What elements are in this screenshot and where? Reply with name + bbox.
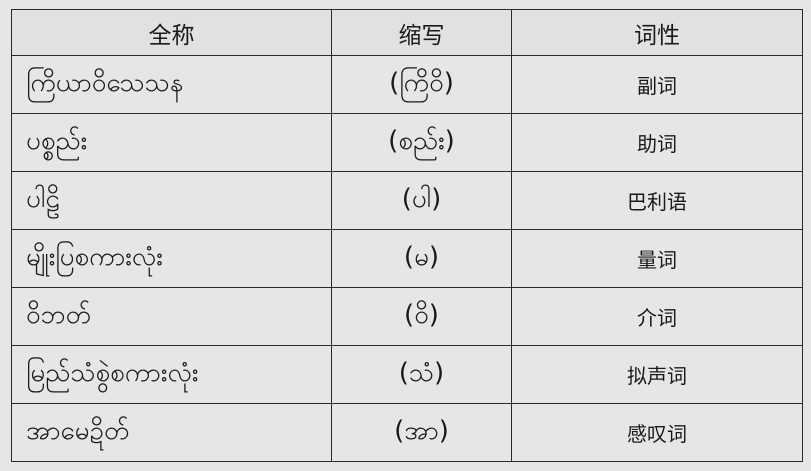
cell-abbreviation: (သံ): [331, 345, 512, 404]
table-row: မြည်သံစွဲစကားလုံး (သံ) 拟声词: [11, 345, 803, 404]
cell-part-of-speech: 拟声词: [511, 345, 803, 404]
cell-part-of-speech: 巴利语: [511, 171, 803, 230]
table-row: မျိုးပြစကားလုံး (မ) 量词: [11, 229, 803, 288]
cell-abbreviation: (ဝိ): [331, 287, 512, 346]
cell-full-name: ပါဠိ: [11, 171, 332, 230]
abbreviation-table-container: 全称 缩写 词性 ကြိယာဝိသေသန (ကြိဝိ) 副词 ပစ္စည်း …: [11, 9, 803, 462]
cell-abbreviation: (မ): [331, 229, 512, 288]
cell-part-of-speech: 介词: [511, 287, 803, 346]
header-abbreviation: 缩写: [331, 9, 512, 56]
cell-full-name: အာမေဍိတ်: [11, 403, 332, 462]
cell-part-of-speech: 助词: [511, 113, 803, 172]
table-row: ကြိယာဝိသေသန (ကြိဝိ) 副词: [11, 55, 803, 114]
cell-full-name: ဝိဘတ်: [11, 287, 332, 346]
cell-part-of-speech: 量词: [511, 229, 803, 288]
cell-abbreviation: (ကြိဝိ): [331, 55, 512, 114]
header-full-name: 全称: [11, 9, 332, 56]
abbreviation-table: 全称 缩写 词性 ကြိယာဝိသေသန (ကြိဝိ) 副词 ပစ္စည်း …: [11, 9, 803, 462]
cell-full-name: မြည်သံစွဲစကားလုံး: [11, 345, 332, 404]
table-row: ဝိဘတ် (ဝိ) 介词: [11, 287, 803, 346]
table-row: အာမေဍိတ် (အာ) 感叹词: [11, 403, 803, 462]
cell-full-name: ကြိယာဝိသေသန: [11, 55, 332, 114]
cell-abbreviation: (အာ): [331, 403, 512, 462]
cell-abbreviation: (စည်း): [331, 113, 512, 172]
cell-part-of-speech: 感叹词: [511, 403, 803, 462]
header-part-of-speech: 词性: [511, 9, 803, 56]
cell-full-name: ပစ္စည်း: [11, 113, 332, 172]
table-row: ပါဠိ (ပါ) 巴利语: [11, 171, 803, 230]
cell-full-name: မျိုးပြစကားလုံး: [11, 229, 332, 288]
cell-abbreviation: (ပါ): [331, 171, 512, 230]
table-header-row: 全称 缩写 词性: [11, 9, 803, 56]
cell-part-of-speech: 副词: [511, 55, 803, 114]
table-row: ပစ္စည်း (စည်း) 助词: [11, 113, 803, 172]
